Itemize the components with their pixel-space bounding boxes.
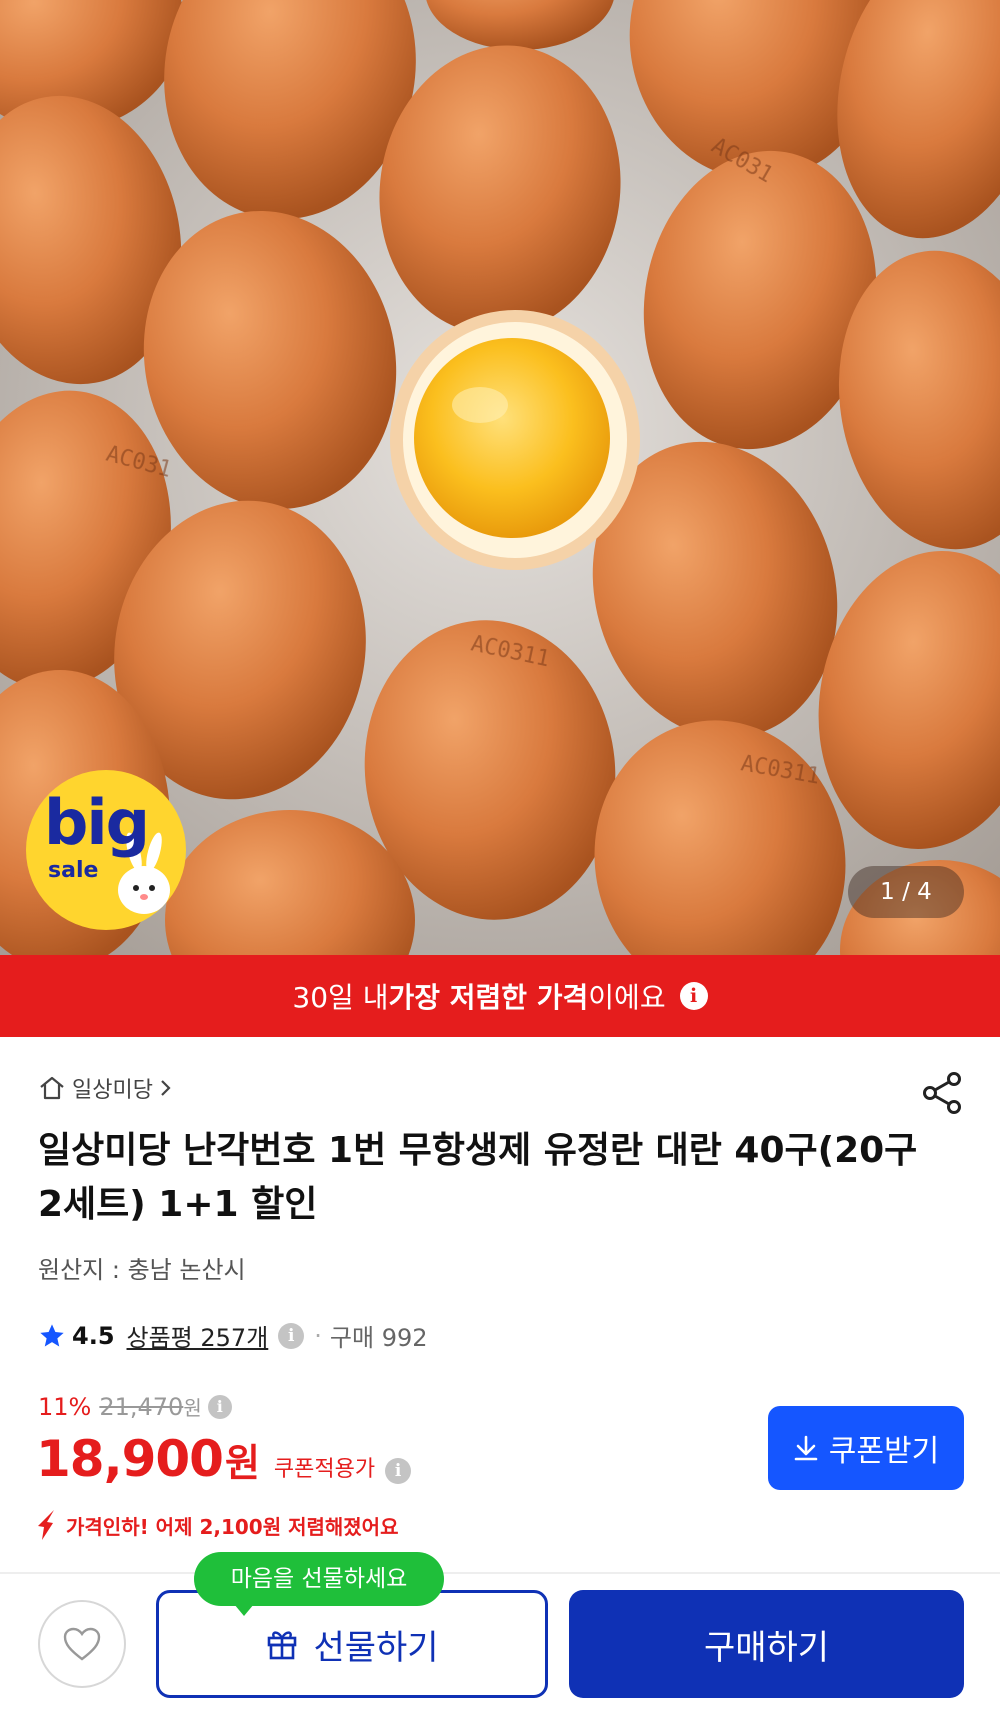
- coupon-price-label: 쿠폰적용가: [273, 1457, 376, 1482]
- image-counter: 1 / 4: [848, 866, 964, 918]
- price-row: 18,900 원 쿠폰적용가 i: [36, 1430, 412, 1488]
- purchase-count: 구매 992: [329, 1324, 428, 1352]
- badge-big-text: big: [44, 786, 150, 859]
- home-icon: [40, 1076, 64, 1100]
- product-image-gallery[interactable]: AC0311 AC0311 AC031 AC031 big sale 1 / 4: [0, 0, 1000, 955]
- chevron-right-icon: [161, 1080, 171, 1096]
- banner-text-post: 이에요: [588, 981, 666, 1014]
- original-price: 21,470: [99, 1392, 184, 1421]
- badge-sale-text: sale: [48, 858, 99, 883]
- heart-icon: [63, 1627, 101, 1661]
- price-drop-text: 가격인하! 어제 2,100원 저렴해졌어요: [66, 1514, 399, 1539]
- coupon-info-icon[interactable]: i: [385, 1458, 412, 1484]
- price-drop-notice: 가격인하! 어제 2,100원 저렴해졌어요: [36, 1508, 398, 1542]
- reviews-link[interactable]: 상품평 257개: [127, 1318, 269, 1353]
- gift-icon: [268, 1631, 297, 1660]
- big-sale-badge: big sale: [26, 770, 186, 930]
- wishlist-button[interactable]: [38, 1600, 126, 1688]
- gift-tooltip: 마음을 선물하세요: [194, 1552, 444, 1616]
- price-down-arrow-icon: [38, 1510, 54, 1540]
- discount-rate: 11%: [38, 1392, 92, 1421]
- banner-text-strong: 가장 저렴한 가격: [388, 981, 589, 1014]
- rating-score: 4.5: [72, 1321, 115, 1350]
- product-title: 일상미당 난각번호 1번 무항생제 유정란 대란 40구(20구2세트) 1+1…: [38, 1130, 918, 1225]
- banner-text-pre: 30일 내: [292, 981, 389, 1014]
- sale-price-unit: 원: [224, 1441, 260, 1485]
- rating-row: 4.5 상품평 257개 i · 구매 992: [38, 1318, 428, 1353]
- store-name: 일상미당: [72, 1078, 153, 1103]
- separator-dot: ·: [314, 1321, 322, 1350]
- buy-button-label: 구매하기: [703, 1628, 830, 1667]
- store-link[interactable]: 일상미당: [38, 1072, 173, 1104]
- sale-price: 18,900: [36, 1430, 224, 1488]
- share-icon[interactable]: [920, 1070, 966, 1116]
- gift-button[interactable]: 선물하기: [156, 1590, 548, 1698]
- price-info-icon[interactable]: i: [207, 1394, 232, 1419]
- get-coupon-button[interactable]: 쿠폰받기: [768, 1406, 964, 1490]
- original-price-unit: 원: [183, 1396, 202, 1420]
- download-icon: [794, 1435, 818, 1461]
- buy-button[interactable]: 구매하기: [569, 1590, 964, 1698]
- info-icon[interactable]: i: [679, 982, 708, 1010]
- gift-button-label: 선물하기: [313, 1628, 439, 1667]
- product-origin: 원산지 : 충남 논산시: [38, 1256, 246, 1284]
- lowest-price-banner[interactable]: 30일 내 가장 저렴한 가격 이에요 i: [0, 955, 1000, 1037]
- get-coupon-label: 쿠폰받기: [828, 1435, 940, 1468]
- bottom-bar-divider: [0, 1572, 1000, 1574]
- discount-row: 11% 21,470 원 i: [38, 1392, 232, 1421]
- rating-info-icon[interactable]: i: [278, 1322, 305, 1349]
- star-icon: [40, 1323, 64, 1346]
